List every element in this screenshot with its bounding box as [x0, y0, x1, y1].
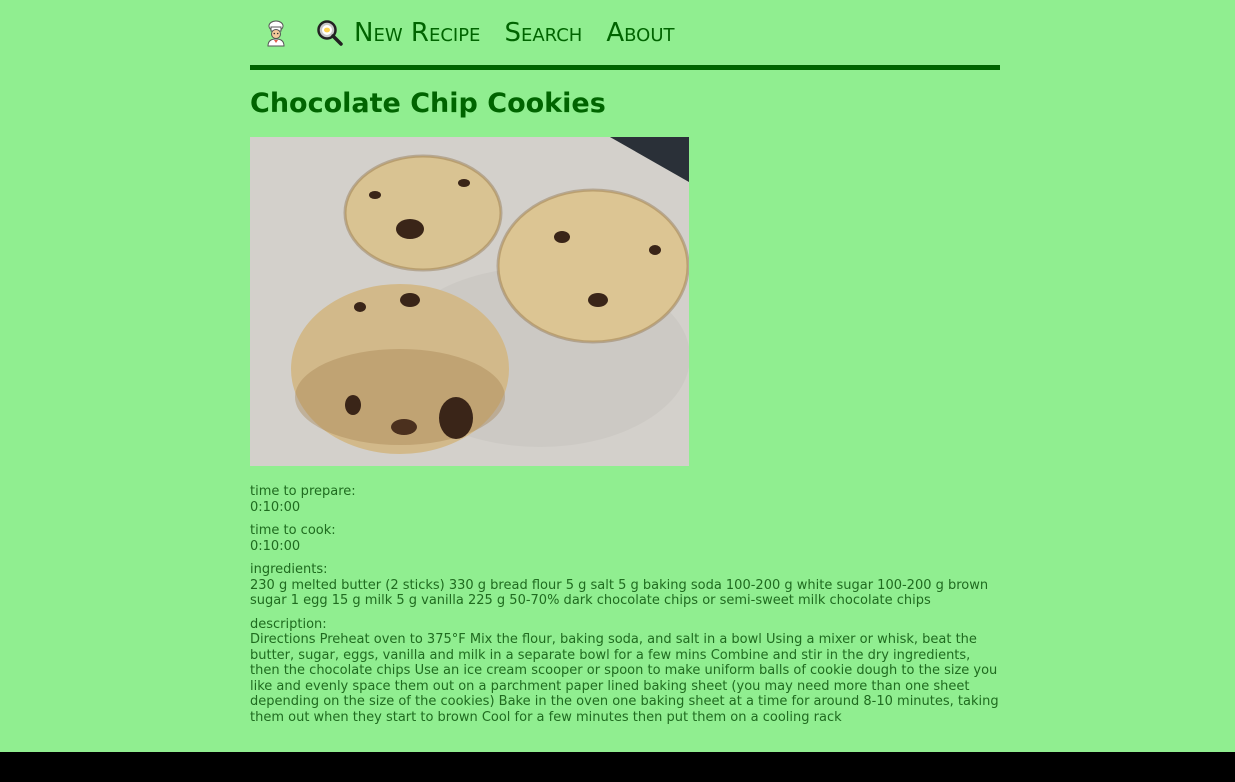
- recipe-photo: [250, 137, 689, 467]
- page-container: New Recipe Search About Chocolate Chip C…: [250, 0, 1000, 725]
- recipe-details: time to prepare: 0:10:00 time to cook: 0…: [250, 484, 1000, 725]
- description-block: description: Directions Preheat oven to …: [250, 617, 1000, 726]
- cook-time-value: 0:10:00: [250, 538, 301, 554]
- ingredients-block: ingredients: 230 g melted butter (2 stic…: [250, 562, 1000, 609]
- chef-icon: [267, 20, 285, 46]
- prep-time-value: 0:10:00: [250, 499, 301, 515]
- description-label: description:: [250, 616, 327, 632]
- ingredients-label: ingredients:: [250, 562, 328, 578]
- new-recipe-link[interactable]: New Recipe: [316, 18, 480, 48]
- bottom-bar: [0, 752, 1235, 782]
- ingredients-text: 230 g melted butter (2 sticks) 330 g bre…: [250, 577, 989, 609]
- new-recipe-label: New Recipe: [354, 17, 481, 48]
- recipe-title: Chocolate Chip Cookies: [250, 88, 606, 119]
- search-link[interactable]: Search: [504, 18, 582, 48]
- top-nav: New Recipe Search About: [250, 0, 1000, 70]
- magnifier-pan-icon: [317, 19, 343, 46]
- prep-time-label: time to prepare:: [250, 484, 356, 500]
- about-link[interactable]: About: [606, 18, 674, 48]
- prep-time-block: time to prepare: 0:10:00: [250, 484, 1000, 515]
- home-link[interactable]: [250, 19, 290, 47]
- cook-time-block: time to cook: 0:10:00: [250, 523, 1000, 554]
- description-text: Directions Preheat oven to 375°F Mix the…: [250, 632, 999, 725]
- cook-time-label: time to cook:: [250, 523, 336, 539]
